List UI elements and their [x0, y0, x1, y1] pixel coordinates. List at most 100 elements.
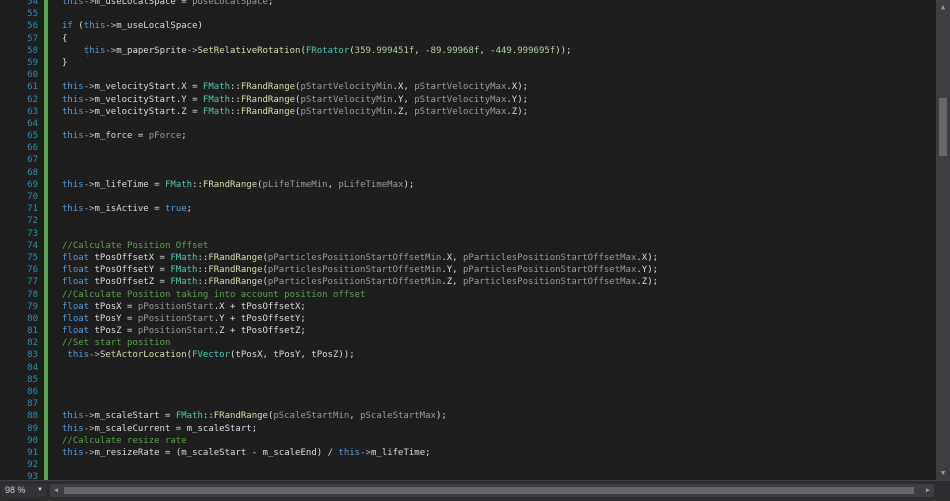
code-token: .Z, [392, 106, 415, 117]
code-line[interactable]: 80 float tPosY = pPositionStart.Y + tPosO… [0, 313, 936, 325]
code-line[interactable]: 78 //Calculate Position taking into accou… [0, 289, 936, 301]
code-line[interactable]: 92 [0, 459, 936, 471]
code-token: , [327, 179, 339, 190]
code-token: FMath [202, 106, 230, 117]
code-line[interactable]: 58 this->m_paperSprite->SetRelativeRotat… [0, 45, 936, 57]
change-indicator [44, 398, 48, 411]
code-token: //Calculate Position Offset [62, 240, 209, 251]
code-line[interactable]: 83 this->SetActorLocation(FVector(tPosX,… [0, 349, 936, 361]
code-line[interactable]: 85 [0, 374, 936, 386]
code-line[interactable]: 82 //Set start position [0, 337, 936, 349]
code-line[interactable]: 88 this->m_scaleStart = FMath::FRandRange… [0, 410, 936, 422]
code-text[interactable]: if (this->m_useLocalSpace) [62, 20, 203, 32]
code-token: //Set start position [62, 338, 171, 349]
code-token: SetRelativeRotation [197, 45, 301, 56]
code-token: FMath [202, 82, 230, 93]
arrow-up-icon[interactable]: ▲ [936, 0, 950, 14]
code-lines[interactable]: 54 this->m_useLocalSpace = pUseLocalSpace… [0, 0, 936, 480]
code-text[interactable]: this->m_useLocalSpace = pUseLocalSpace; [62, 0, 273, 8]
code-line[interactable]: 76 float tPosOffsetY = FMath::FRandRange(… [0, 264, 936, 276]
code-line[interactable]: 86 [0, 386, 936, 398]
code-text[interactable]: this->m_velocityStart.Y = FMath::FRandRa… [62, 94, 528, 106]
code-line[interactable]: 90 //Calculate resize rate [0, 435, 936, 447]
code-line[interactable]: 68 [0, 167, 936, 179]
vertical-scroll-track[interactable] [939, 14, 947, 466]
code-line[interactable]: 65 this->m_force = pForce; [0, 130, 936, 142]
code-text[interactable]: //Calculate resize rate [62, 435, 187, 447]
code-line[interactable]: 59} [0, 57, 936, 69]
code-text[interactable]: this->m_lifeTime = FMath::FRandRange(pLi… [62, 179, 414, 191]
code-line[interactable]: 67 [0, 154, 936, 166]
arrow-right-icon[interactable]: ▶ [922, 484, 934, 497]
code-line[interactable]: 79 float tPosX = pPositionStart.X + tPosO… [0, 301, 936, 313]
chevron-down-icon[interactable]: ▼ [37, 484, 43, 497]
code-text[interactable]: { [62, 33, 67, 45]
code-token: float [62, 313, 90, 324]
change-indicator [44, 349, 48, 362]
arrow-left-icon[interactable]: ◀ [50, 484, 62, 497]
code-line[interactable]: 91 this->m_resizeRate = (m_scaleStart - m… [0, 447, 936, 459]
code-text[interactable]: //Set start position [62, 337, 170, 349]
code-text[interactable]: this->m_isActive = true; [62, 203, 192, 215]
code-line[interactable]: 75 float tPosOffsetX = FMath::FRandRange(… [0, 252, 936, 264]
code-text[interactable]: float tPosZ = pPositionStart.Z + tPosOff… [62, 325, 306, 337]
code-text[interactable]: float tPosOffsetX = FMath::FRandRange(pP… [62, 252, 658, 264]
code-line[interactable]: 61 this->m_velocityStart.X = FMath::FRand… [0, 81, 936, 93]
code-editor[interactable]: 54 this->m_useLocalSpace = pUseLocalSpace… [0, 0, 936, 480]
code-text[interactable]: float tPosOffsetZ = FMath::FRandRange(pP… [62, 276, 658, 288]
code-text[interactable]: this->m_resizeRate = (m_scaleStart - m_s… [62, 447, 431, 459]
code-text[interactable]: this->m_scaleCurrent = m_scaleStart; [62, 423, 257, 435]
code-text[interactable]: this->m_paperSprite->SetRelativeRotation… [62, 45, 572, 57]
line-number: 87 [27, 399, 38, 410]
code-text[interactable]: this->m_force = pForce; [62, 130, 187, 142]
change-indicator [44, 81, 48, 94]
code-text[interactable]: this->m_velocityStart.Z = FMath::FRandRa… [62, 106, 528, 118]
code-line[interactable]: 57 { [0, 33, 936, 45]
code-line[interactable]: 87 [0, 398, 936, 410]
line-number: 88 [27, 411, 38, 422]
vertical-scroll-thumb[interactable] [939, 98, 947, 156]
code-line[interactable]: 77 float tPosOffsetZ = FMath::FRandRange(… [0, 276, 936, 288]
code-line[interactable]: 54 this->m_useLocalSpace = pUseLocalSpace… [0, 0, 936, 8]
code-line[interactable]: 93 [0, 471, 936, 480]
code-line[interactable]: 74 //Calculate Position Offset [0, 240, 936, 252]
code-line[interactable]: 81 float tPosZ = pPositionStart.Z + tPosO… [0, 325, 936, 337]
code-line[interactable]: 71 this->m_isActive = true; [0, 203, 936, 215]
change-indicator [44, 105, 48, 118]
vertical-scrollbar[interactable]: ▲ ▼ [936, 0, 950, 480]
code-text[interactable]: this->m_scaleStart = FMath::FRandRange(p… [62, 410, 447, 422]
code-text[interactable]: //Calculate Position taking into account… [62, 289, 365, 301]
code-text[interactable]: float tPosOffsetY = FMath::FRandRange(pP… [62, 264, 658, 276]
code-token: pStartVelocityMin [300, 106, 393, 117]
code-token: true [164, 204, 187, 215]
code-line[interactable]: 55 [0, 8, 936, 20]
code-line[interactable]: 56 if (this->m_useLocalSpace) [0, 20, 936, 32]
horizontal-scroll-thumb[interactable] [64, 487, 914, 494]
change-indicator [44, 264, 48, 277]
change-indicator [44, 44, 48, 57]
code-line[interactable]: 73 [0, 228, 936, 240]
code-token: .Z, [441, 277, 463, 288]
code-line[interactable]: 64 [0, 118, 936, 130]
code-line[interactable]: 63 this->m_velocityStart.Z = FMath::FRand… [0, 106, 936, 118]
code-line[interactable]: 70 [0, 191, 936, 203]
code-line[interactable]: 72 [0, 215, 936, 227]
line-number: 80 [27, 313, 38, 324]
arrow-down-icon[interactable]: ▼ [936, 466, 950, 480]
code-text[interactable]: float tPosX = pPositionStart.X + tPosOff… [62, 301, 306, 313]
code-line[interactable]: 62 this->m_velocityStart.Y = FMath::FRand… [0, 94, 936, 106]
code-line[interactable]: 60 [0, 69, 936, 81]
code-text[interactable]: this->SetActorLocation(FVector(tPosX, tP… [62, 349, 354, 361]
code-text[interactable]: } [62, 57, 67, 69]
code-text[interactable]: //Calculate Position Offset [62, 240, 208, 252]
zoom-level-dropdown[interactable]: 98 % ▼ [2, 484, 46, 497]
code-line[interactable]: 69 this->m_lifeTime = FMath::FRandRange(p… [0, 179, 936, 191]
code-text[interactable]: float tPosY = pPositionStart.Y + tPosOff… [62, 313, 306, 325]
code-token: } [62, 57, 68, 68]
code-line[interactable]: 84 [0, 362, 936, 374]
code-line[interactable]: 89 this->m_scaleCurrent = m_scaleStart; [0, 423, 936, 435]
horizontal-scrollbar[interactable]: ◀ ▶ [50, 484, 934, 497]
line-number: 62 [27, 94, 38, 105]
code-text[interactable]: this->m_velocityStart.X = FMath::FRandRa… [62, 81, 528, 93]
code-line[interactable]: 66 [0, 142, 936, 154]
